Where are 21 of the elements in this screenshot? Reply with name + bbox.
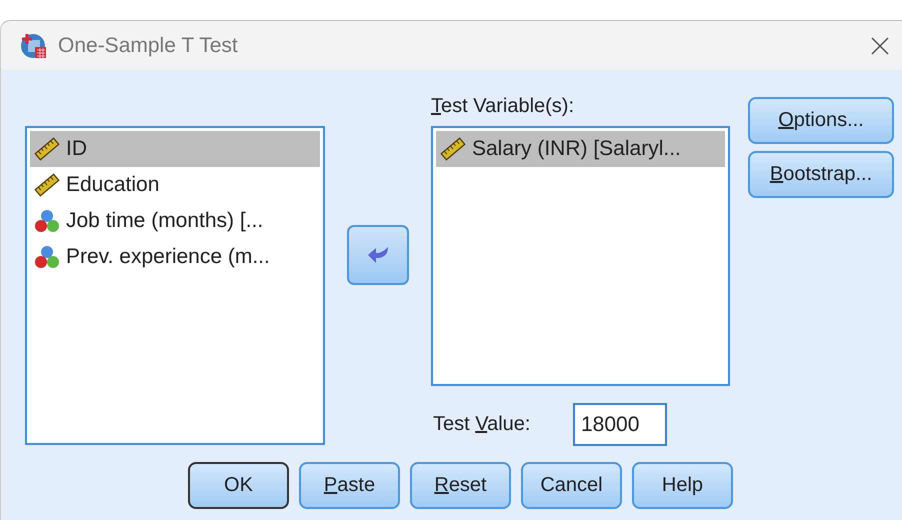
variable-item[interactable]: ID xyxy=(30,131,320,167)
circles-icon xyxy=(34,245,60,269)
variable-item[interactable]: Prev. experience (m... xyxy=(30,239,320,275)
dialog-button[interactable]: Help xyxy=(632,462,733,509)
dialog-button[interactable]: OK xyxy=(188,462,289,509)
app-icon xyxy=(20,32,48,60)
dialog-button[interactable]: Cancel xyxy=(521,462,622,509)
dialog-button[interactable]: Bootstrap... xyxy=(748,151,894,198)
window-title: One-Sample T Test xyxy=(58,34,239,58)
test-variables-label: Test Variable(s): xyxy=(431,95,576,119)
test-value-label: Test Value: xyxy=(433,413,532,436)
dialog-button[interactable]: Paste xyxy=(299,462,400,509)
variable-item[interactable]: Education xyxy=(30,167,320,203)
test-value-field[interactable]: 18000 xyxy=(573,403,667,446)
close-icon[interactable] xyxy=(870,36,890,56)
move-button[interactable] xyxy=(347,225,409,285)
variable-item[interactable]: Salary (INR) [Salaryl... xyxy=(436,131,725,167)
variable-item[interactable]: Job time (months) [... xyxy=(30,203,320,239)
dialog-button[interactable]: Options... xyxy=(748,97,894,144)
circles-icon xyxy=(34,209,60,233)
dialog-button[interactable]: Reset xyxy=(410,462,511,509)
